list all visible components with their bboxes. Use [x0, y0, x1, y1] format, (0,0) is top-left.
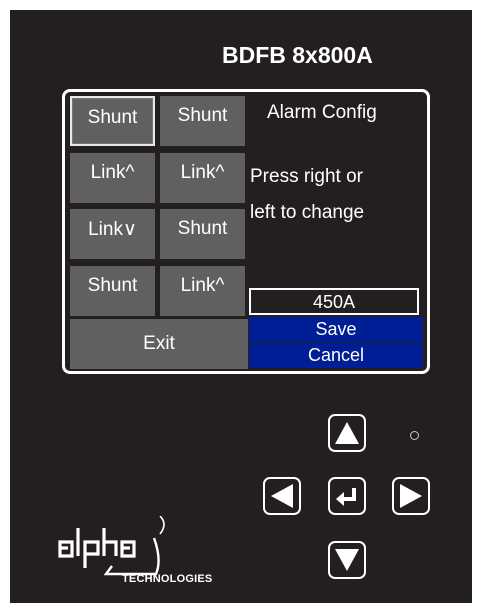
exit-button[interactable]: Exit [70, 319, 248, 369]
arrow-left-icon [271, 484, 293, 508]
logo-subtext: TECHNOLOGIES [122, 573, 213, 585]
arrow-right-icon [400, 484, 422, 508]
shunt-cell-6[interactable]: Shunt [160, 209, 245, 259]
shunt-cell-8[interactable]: Link^ [160, 266, 245, 316]
down-button[interactable] [328, 541, 366, 579]
cancel-button[interactable]: Cancel [249, 343, 423, 368]
shunt-cell-7[interactable]: Shunt [70, 266, 155, 316]
up-button[interactable] [328, 414, 366, 452]
shunt-cell-2[interactable]: Shunt [160, 96, 245, 146]
screen-title: Alarm Config [267, 102, 377, 123]
status-led-icon [410, 431, 419, 440]
instruction-line-2: left to change [250, 202, 365, 223]
save-button[interactable]: Save [249, 317, 423, 342]
shunt-cell-5[interactable]: Link∨ [70, 209, 155, 259]
enter-button[interactable] [328, 477, 366, 515]
shunt-cell-1[interactable]: Shunt [70, 96, 155, 146]
enter-icon [336, 488, 356, 506]
left-button[interactable] [263, 477, 301, 515]
shunt-cell-3[interactable]: Link^ [70, 153, 155, 203]
instruction-line-1: Press right or [250, 166, 363, 187]
lcd-screen: Shunt Shunt Link^ Link^ Link∨ Shunt Shun… [62, 89, 430, 374]
shunt-cell-4[interactable]: Link^ [160, 153, 245, 203]
arrow-down-icon [335, 549, 359, 571]
right-button[interactable] [392, 477, 430, 515]
value-field[interactable]: 450A [249, 288, 419, 315]
model-title: BDFB 8x800A [222, 42, 373, 68]
arrow-up-icon [335, 422, 359, 444]
